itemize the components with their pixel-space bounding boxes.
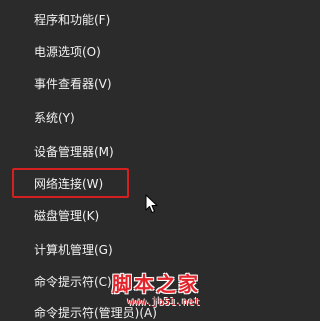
mouse-pointer-icon xyxy=(145,194,158,213)
menu-item-programs-features[interactable]: 程序和功能(F) xyxy=(0,7,208,33)
site-watermark: 脚本之家 www.jb51.net xyxy=(72,272,200,314)
menu-item-power-options[interactable]: 电源选项(O) xyxy=(0,39,208,65)
menu-item-system[interactable]: 系统(Y) xyxy=(0,105,208,131)
menu-item-disk-management[interactable]: 磁盘管理(K) xyxy=(0,203,208,229)
menu-item-event-viewer[interactable]: 事件查看器(V) xyxy=(0,71,208,97)
menu-item-computer-management[interactable]: 计算机管理(G) xyxy=(0,237,208,263)
context-menu: 程序和功能(F) 电源选项(O) 事件查看器(V) 系统(Y) 设备管理器(M)… xyxy=(0,0,208,321)
network-connections-highlight-box xyxy=(12,168,129,198)
menu-item-device-manager[interactable]: 设备管理器(M) xyxy=(0,139,208,165)
watermark-url: www.jb51.net xyxy=(127,297,200,308)
watermark-title: 脚本之家 xyxy=(112,272,200,296)
